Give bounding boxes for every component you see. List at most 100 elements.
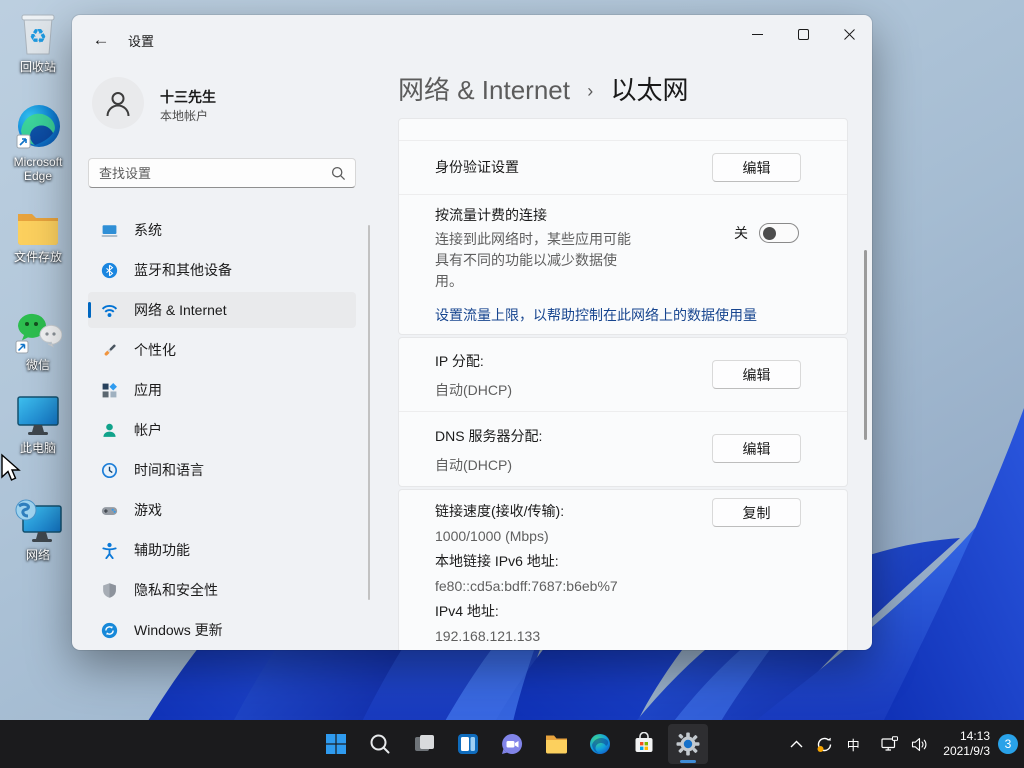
breadcrumb-parent[interactable]: 网络 & Internet [398, 75, 570, 105]
settings-taskbar-button[interactable] [668, 724, 708, 764]
sidebar-item-accessibility[interactable]: 辅助功能 [88, 532, 356, 568]
edge-button[interactable] [580, 724, 620, 764]
accessibility-icon [102, 542, 117, 559]
tray-update-button[interactable] [809, 724, 839, 764]
sidebar-scrollbar[interactable] [368, 225, 370, 600]
sidebar-item-personalization[interactable]: 个性化 [88, 332, 356, 368]
settings-card-link-details: 链接速度(接收/传输): 1000/1000 (Mbps) 本地链接 IPv6 … [398, 489, 848, 650]
metered-connection-description: 连接到此网络时，某些应用可能具有不同的功能以减少数据使用。 [435, 231, 631, 289]
search-box[interactable] [88, 158, 356, 188]
search-icon [370, 734, 390, 754]
titlebar[interactable]: ← 设置 [72, 15, 872, 65]
windows-logo-icon [326, 734, 346, 754]
ethernet-network-icon [881, 736, 899, 751]
sidebar-item-apps[interactable]: 应用 [88, 372, 356, 408]
this-pc-icon [17, 396, 59, 435]
maximize-icon [797, 28, 809, 40]
sidebar-item-windows-update[interactable]: Windows 更新 [88, 612, 356, 648]
microsoft-store-button[interactable] [624, 724, 664, 764]
selection-indicator [88, 302, 91, 318]
wechat-icon [15, 313, 62, 354]
user-name: 十三先生 [160, 89, 216, 105]
search-input[interactable] [89, 159, 329, 187]
back-button[interactable]: ← [86, 26, 116, 54]
sidebar-item-privacy-security[interactable]: 隐私和安全性 [88, 572, 356, 608]
sidebar-item-label: 系统 [134, 222, 162, 238]
auth-settings-row: 身份验证设置 编辑 [399, 141, 847, 194]
folder-icon [18, 214, 58, 245]
tray-network-button[interactable] [875, 724, 905, 764]
tray-volume-button[interactable] [905, 724, 933, 764]
taskbar-clock[interactable]: 14:13 2021/9/3 [943, 729, 990, 759]
update-pending-icon [817, 737, 831, 752]
sidebar-item-label: 网络 & Internet [134, 302, 227, 318]
sidebar-item-bluetooth-devices[interactable]: 蓝牙和其他设备 [88, 252, 356, 288]
windows-update-icon [101, 622, 118, 638]
settings-window: ← 设置 十三先生 本地帐户 查找设置 系统 蓝牙和其他设备 网络 & Inte… [72, 15, 872, 650]
sidebar-item-label: 辅助功能 [134, 542, 190, 558]
tray-chevron-button[interactable] [783, 724, 809, 764]
file-explorer-button[interactable] [536, 724, 576, 764]
ipv6-value: fe80::cd5a:bdff:7687:b6eb%7 [435, 578, 618, 594]
dns-assignment-row: DNS 服务器分配: 自动(DHCP) 编辑 [399, 412, 847, 486]
active-app-indicator [680, 760, 696, 763]
start-button[interactable] [316, 724, 356, 764]
chat-icon [502, 733, 523, 754]
desktop-icon-folder[interactable]: 文件存放 [4, 208, 72, 264]
system-icon [101, 224, 118, 237]
window-title: 设置 [128, 34, 155, 49]
settings-sidebar: 十三先生 本地帐户 系统 [72, 65, 390, 650]
desktop-icon-label: 网络 [25, 548, 50, 562]
data-limit-link[interactable]: 设置流量上限，以帮助控制在此网络上的数据使用量 [435, 305, 847, 325]
maximize-button[interactable] [780, 15, 826, 53]
sidebar-item-network-internet[interactable]: 网络 & Internet [88, 292, 356, 328]
ime-indicator[interactable]: 中 [839, 724, 867, 764]
chat-button[interactable] [492, 724, 532, 764]
desktop-icon-this-pc[interactable]: 此电脑 [4, 393, 72, 455]
task-view-button[interactable] [404, 724, 444, 764]
desktop-icon-edge[interactable]: Microsoft Edge [4, 103, 72, 183]
breadcrumb: 网络 & Internet › 以太网 [398, 73, 688, 108]
ipv6-label: 本地链接 IPv6 地址: [435, 553, 559, 569]
main-scrollbar[interactable] [864, 250, 867, 440]
taskbar-search-button[interactable] [360, 724, 400, 764]
sidebar-item-label: 隐私和安全性 [134, 582, 218, 598]
desktop-icon-wechat[interactable]: 微信 [4, 310, 72, 372]
minimize-button[interactable] [734, 15, 780, 53]
auth-edit-button[interactable]: 编辑 [712, 153, 801, 182]
metered-connection-row: 按流量计费的连接 连接到此网络时，某些应用可能具有不同的功能以减少数据使用。 设… [399, 195, 847, 334]
sidebar-item-gaming[interactable]: 游戏 [88, 492, 356, 528]
personalization-icon [104, 344, 116, 356]
sidebar-item-label: Windows 更新 [134, 622, 223, 638]
sidebar-item-label: 帐户 [134, 422, 162, 438]
close-button[interactable] [826, 15, 872, 53]
desktop-icon-recycle-bin[interactable]: ♻ 回收站 [4, 10, 72, 74]
svg-text:♻: ♻ [29, 26, 47, 48]
metered-connection-toggle[interactable] [759, 223, 799, 243]
copy-button[interactable]: 复制 [712, 498, 801, 527]
sidebar-item-accounts[interactable]: 帐户 [88, 412, 356, 448]
link-speed-value: 1000/1000 (Mbps) [435, 528, 549, 544]
partial-row [399, 119, 847, 140]
dns-edit-button[interactable]: 编辑 [712, 434, 801, 463]
user-account-type: 本地帐户 [160, 109, 209, 123]
widgets-button[interactable] [448, 724, 488, 764]
edge-icon [590, 734, 610, 754]
desktop-icon-label: 此电脑 [19, 441, 56, 455]
chevron-up-icon [790, 740, 803, 748]
microsoft-store-icon [635, 732, 653, 752]
sidebar-item-system[interactable]: 系统 [88, 212, 356, 248]
avatar[interactable] [92, 77, 144, 129]
recycle-bin-icon: ♻ [21, 14, 55, 55]
user-icon [106, 92, 130, 117]
settings-card-ip-dns: IP 分配: 自动(DHCP) 编辑 DNS 服务器分配: 自动(DHCP) 编… [398, 337, 848, 487]
sidebar-item-label: 应用 [134, 382, 162, 398]
ip-edit-button[interactable]: 编辑 [712, 360, 801, 389]
desktop-icon-network[interactable]: 网络 [4, 498, 72, 562]
search-icon [331, 166, 346, 181]
sidebar-item-label: 时间和语言 [134, 462, 204, 478]
clock-date: 2021/9/3 [943, 744, 990, 758]
sidebar-item-time-language[interactable]: 时间和语言 [88, 452, 356, 488]
notification-badge[interactable]: 3 [998, 734, 1018, 754]
desktop: ♻ 回收站 Microsoft Edge 文件存放 微信 此电脑 网络 ← 设置… [0, 0, 1024, 768]
